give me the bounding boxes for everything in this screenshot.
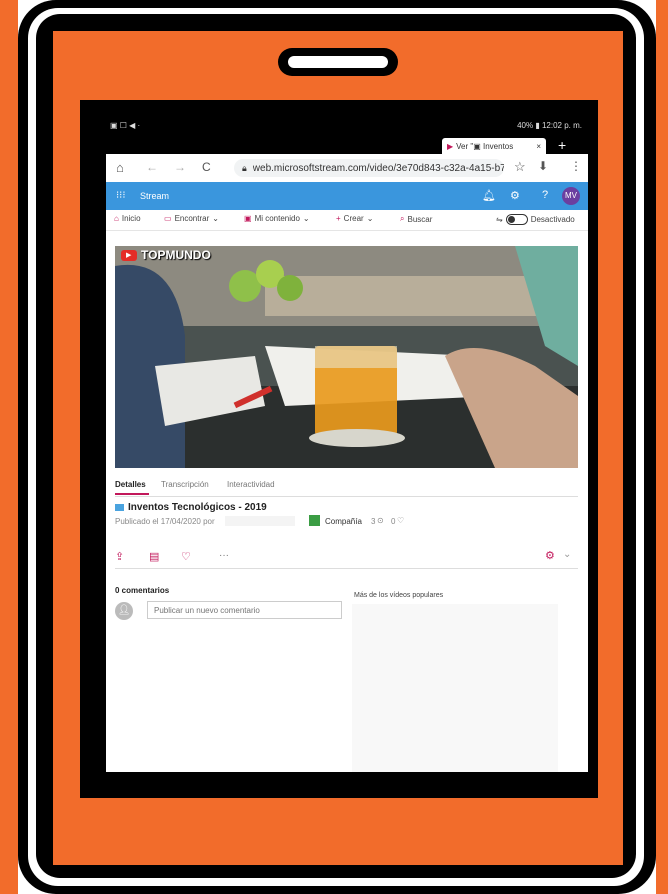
likes-count: 0 xyxy=(391,517,396,526)
status-left-icons: ▣ ☐ ◀ · xyxy=(110,121,141,130)
active-tab-underline xyxy=(115,493,149,495)
video-player[interactable]: ▶ TOPMUNDO xyxy=(115,246,578,468)
url-bar: ⌂ ← → C 🔒︎ web.microsoftstream.com/video… xyxy=(106,154,588,183)
views-count: 3 xyxy=(371,517,376,526)
video-frame-image xyxy=(115,246,578,468)
plus-icon: + xyxy=(336,214,341,223)
tablet-frame: ▣ ☐ ◀ · 40% ▮ 12:02 p. m. ▶ Ver "▣ Inven… xyxy=(0,0,668,894)
tab-detalles[interactable]: Detalles xyxy=(115,480,146,489)
nav-mi-contenido[interactable]: ▣ Mi contenido ⌄ xyxy=(244,214,310,223)
find-icon: ▭ xyxy=(164,214,172,223)
screen: ▣ ☐ ◀ · 40% ▮ 12:02 p. m. ▶ Ver "▣ Inven… xyxy=(106,116,588,776)
chevron-down-icon[interactable]: ⌄ xyxy=(563,549,571,560)
tab-strip: ▶ Ver "▣ Inventos × + xyxy=(106,136,588,154)
more-options-button[interactable]: ··· xyxy=(219,550,229,561)
url-text: web.microsoftstream.com/video/3e70d843-c… xyxy=(252,162,504,174)
published-date: Publicado el 17/04/2020 por xyxy=(115,517,215,526)
youtube-logo: ▶ xyxy=(121,250,137,261)
nav-mi-contenido-label: Mi contenido xyxy=(254,214,300,223)
author-field xyxy=(225,516,295,526)
share-icon[interactable]: ⇪ xyxy=(115,550,124,563)
home-nav-icon: ⌂ xyxy=(114,214,119,223)
details-tabs: Detalles Transcripción Interactividad xyxy=(115,476,578,497)
action-row: ⇪ ▤ ♡ ··· ⚙ ⌄ xyxy=(115,548,578,569)
chevron-down-icon: ⌄ xyxy=(366,214,374,223)
star-icon[interactable]: ☆ xyxy=(514,159,526,175)
tab-title: Ver "▣ Inventos xyxy=(456,141,514,151)
nav-buscar[interactable]: ⌕ Buscar xyxy=(400,214,432,224)
browser-tab[interactable]: ▶ Ver "▣ Inventos × xyxy=(442,138,546,154)
app-launcher-icon[interactable]: ⁝⁝⁝ xyxy=(116,190,126,201)
menu-dots-icon[interactable]: ⋮ xyxy=(570,159,582,173)
comment-input[interactable] xyxy=(147,601,342,619)
screen-bottom-edge xyxy=(106,772,588,776)
video-details: Inventos Tecnológicos - 2019 Publicado e… xyxy=(115,502,578,529)
popular-videos-list xyxy=(352,604,558,776)
bell-icon[interactable]: 🔔︎ xyxy=(482,189,496,202)
nav-crear[interactable]: + Crear ⌄ xyxy=(336,214,373,223)
content-icon: ▣ xyxy=(244,214,252,223)
video-thumb-icon xyxy=(115,504,124,511)
comments-heading: 0 comentarios xyxy=(115,586,170,595)
back-icon[interactable]: ← xyxy=(146,160,158,174)
chevron-down-icon: ⌄ xyxy=(302,214,310,223)
tab-close-icon[interactable]: × xyxy=(536,142,541,151)
video-watermark: TOPMUNDO xyxy=(141,248,211,262)
comments-section: 0 comentarios 👤︎ xyxy=(115,586,350,623)
home-icon[interactable]: ⌂ xyxy=(116,160,124,175)
heart-small-icon: ♡ xyxy=(397,516,405,525)
company-label[interactable]: Compañía xyxy=(325,517,362,526)
autoplay-toggle[interactable]: ⇋ Desactivado xyxy=(496,214,575,225)
user-avatar-icon: 👤︎ xyxy=(115,602,133,620)
address-field[interactable]: 🔒︎ web.microsoftstream.com/video/3e70d84… xyxy=(234,159,504,177)
tablet-speaker-slot xyxy=(288,56,388,68)
company-icon xyxy=(309,515,320,526)
tab-favicon-icon: ▶ xyxy=(447,141,454,151)
toggle-switch xyxy=(505,214,528,225)
reload-icon[interactable]: C xyxy=(202,160,211,174)
views-icon: ⊙ xyxy=(377,516,384,525)
toggle-label: Desactivado xyxy=(530,215,575,224)
popular-videos-heading: Más de los vídeos populares xyxy=(354,592,444,599)
nav-encontrar-label: Encontrar xyxy=(174,214,210,223)
nav-buscar-label: Buscar xyxy=(407,214,433,224)
background-orange-left xyxy=(0,0,18,894)
tab-interactividad[interactable]: Interactividad xyxy=(227,480,275,489)
lock-icon: 🔒︎ xyxy=(242,162,247,173)
tab-transcripcion[interactable]: Transcripción xyxy=(161,480,209,489)
background-orange-right xyxy=(656,0,668,894)
add-to-list-icon[interactable]: ▤ xyxy=(149,550,159,563)
nav-crear-label: Crear xyxy=(343,214,364,223)
nav-inicio-label: Inicio xyxy=(121,214,141,223)
nav-inicio[interactable]: ⌂ Inicio xyxy=(114,214,141,223)
status-bar: ▣ ☐ ◀ · 40% ▮ 12:02 p. m. xyxy=(106,116,588,136)
video-settings-icon[interactable]: ⚙ xyxy=(545,549,555,562)
play-icon: ▶ xyxy=(126,252,132,259)
stream-app-name[interactable]: Stream xyxy=(140,191,169,201)
stream-header: ⁝⁝⁝ Stream 🔔︎ ⚙ ? MV xyxy=(106,182,588,276)
nav-encontrar[interactable]: ▭ Encontrar ⌄ xyxy=(164,214,219,223)
settings-icon[interactable]: ⚙ xyxy=(510,189,520,202)
like-heart-icon[interactable]: ♡ xyxy=(181,550,191,563)
chevron-down-icon: ⌄ xyxy=(212,214,219,223)
autoplay-icon: ⇋ xyxy=(496,215,503,224)
search-icon: ⌕ xyxy=(400,214,405,223)
stream-nav: ⌂ Inicio ▭ Encontrar ⌄ ▣ Mi contenido ⌄ … xyxy=(106,210,588,231)
forward-icon[interactable]: → xyxy=(174,160,186,174)
download-icon[interactable]: ⬇ xyxy=(538,159,548,173)
new-tab-icon[interactable]: + xyxy=(558,137,566,153)
avatar[interactable]: MV xyxy=(562,187,580,205)
help-icon[interactable]: ? xyxy=(542,189,548,201)
video-title: Inventos Tecnológicos - 2019 xyxy=(128,502,267,513)
status-right: 40% ▮ 12:02 p. m. xyxy=(517,121,582,130)
